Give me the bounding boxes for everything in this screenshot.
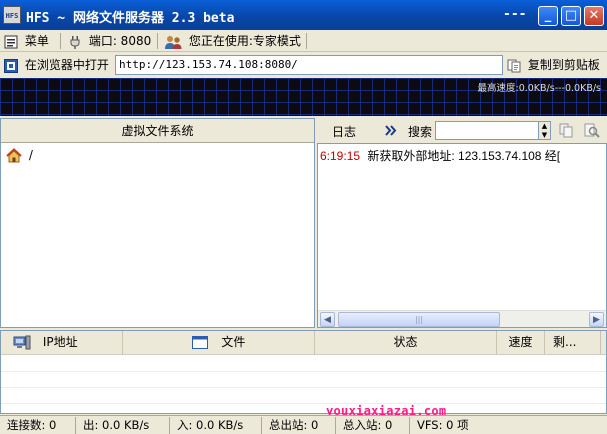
- column-file-label: 文件: [221, 335, 246, 349]
- search-spin-button[interactable]: ▲ ▼: [539, 121, 551, 140]
- scrollbar-thumb[interactable]: |||: [338, 312, 500, 327]
- horizontal-scrollbar[interactable]: ◀ ||| ▶: [318, 310, 606, 327]
- address-bar: 在浏览器中打开 http://123.153.74.108:8080/ 复制到剪…: [0, 53, 607, 77]
- toolbar: 菜单 端口: 8080 您正在使用:专家模式: [0, 30, 607, 52]
- column-ip-label: IP地址: [42, 335, 78, 349]
- status-bar: 连接数: 0 出: 0.0 KB/s 入: 0.0 KB/s 总出站: 0 总入…: [0, 415, 607, 434]
- title-dashes: ---: [503, 7, 527, 22]
- open-in-browser-button[interactable]: 在浏览器中打开: [4, 57, 109, 73]
- log-entry-time: 6:19:15: [320, 149, 361, 163]
- port-label: 端口: 8080: [88, 34, 152, 48]
- log-panel: 日志 搜索 ▲ ▼ 6:19:15 新获取外部地址: 123.153.74.108…: [317, 118, 607, 328]
- port-button[interactable]: 端口: 8080: [68, 33, 151, 49]
- column-speed[interactable]: 速度: [497, 331, 545, 354]
- status-total-out: 总出站: 0: [266, 417, 336, 434]
- toolbar-divider: [306, 33, 307, 49]
- column-status[interactable]: 状态: [315, 331, 497, 354]
- log-tab[interactable]: 日志: [332, 123, 356, 140]
- status-total-in: 总入站: 0: [340, 417, 410, 434]
- toolbar-divider: [157, 33, 158, 49]
- mode-label: 您正在使用:专家模式: [188, 34, 301, 48]
- toolbar-divider: [60, 33, 61, 49]
- title-bar: HFS HFS ~ 网络文件服务器 2.3 beta --- _ □ ✕: [0, 0, 607, 30]
- close-button[interactable]: ✕: [584, 6, 604, 26]
- column-remaining-label: 剩...: [553, 335, 577, 349]
- computer-icon: [13, 335, 31, 349]
- copy-log-icon[interactable]: [559, 123, 574, 138]
- virtual-file-system-panel: 虚拟文件系统 /: [0, 118, 315, 328]
- connections-table: IP地址 文件 状态 速度 剩... youxiaxiazai.com: [0, 330, 607, 418]
- copy-icon: [507, 59, 521, 72]
- connections-header: IP地址 文件 状态 速度 剩...: [1, 331, 606, 355]
- column-status-label: 状态: [393, 335, 418, 349]
- scroll-left-button[interactable]: ◀: [320, 312, 335, 327]
- column-ip[interactable]: IP地址: [1, 331, 123, 354]
- max-speed-label: 最高速度:0.0KB/s---0.0KB/s: [477, 83, 602, 94]
- log-header: 日志 搜索 ▲ ▼: [317, 118, 607, 142]
- window-title: HFS ~ 网络文件服务器 2.3 beta: [26, 11, 235, 26]
- column-speed-label: 速度: [508, 335, 533, 349]
- menu-icon: [4, 35, 18, 48]
- column-remaining[interactable]: 剩...: [545, 331, 601, 354]
- speed-graph: 最高速度:0.0KB/s---0.0KB/s: [0, 78, 607, 116]
- maximize-button[interactable]: □: [561, 6, 581, 26]
- status-in-speed: 入: 0.0 KB/s: [174, 417, 262, 434]
- users-icon: [165, 35, 182, 49]
- find-icon[interactable]: [584, 123, 600, 138]
- vfs-header: 虚拟文件系统: [1, 119, 314, 143]
- column-file[interactable]: 文件: [123, 331, 315, 354]
- log-list[interactable]: 6:19:15 新获取外部地址: 123.153.74.108 经[ ◀ |||…: [317, 143, 607, 328]
- plug-icon: [70, 35, 80, 49]
- menu-button[interactable]: 菜单: [4, 33, 49, 49]
- table-row-divider: [1, 403, 606, 404]
- table-row-divider: [1, 387, 606, 388]
- menu-label: 菜单: [24, 34, 49, 48]
- minimize-button[interactable]: _: [538, 6, 558, 26]
- browser-icon: [4, 58, 18, 73]
- expand-arrows-icon[interactable]: [385, 125, 397, 136]
- url-field[interactable]: http://123.153.74.108:8080/: [115, 55, 503, 75]
- search-input[interactable]: [435, 121, 539, 140]
- status-connections: 连接数: 0: [4, 417, 76, 434]
- status-vfs-count: VFS: 0 项: [417, 418, 469, 432]
- app-icon[interactable]: HFS: [3, 6, 21, 24]
- copy-to-clipboard-label: 复制到剪贴板: [527, 58, 600, 72]
- window-icon: [191, 336, 208, 349]
- log-entry: 6:19:15 新获取外部地址: 123.153.74.108 经[: [320, 147, 560, 164]
- vfs-root-label: /: [28, 148, 33, 162]
- status-out-speed: 出: 0.0 KB/s: [80, 417, 170, 434]
- mode-button[interactable]: 您正在使用:专家模式: [165, 33, 301, 49]
- scroll-right-button[interactable]: ▶: [589, 312, 604, 327]
- home-icon: [6, 148, 22, 163]
- search-label: 搜索: [408, 125, 433, 139]
- vfs-root-item[interactable]: /: [6, 147, 33, 163]
- table-row-divider: [1, 371, 606, 372]
- open-in-browser-label: 在浏览器中打开: [24, 58, 109, 72]
- copy-to-clipboard-button[interactable]: 复制到剪贴板: [507, 57, 600, 73]
- log-entry-text: 新获取外部地址: 123.153.74.108 经[: [367, 149, 561, 163]
